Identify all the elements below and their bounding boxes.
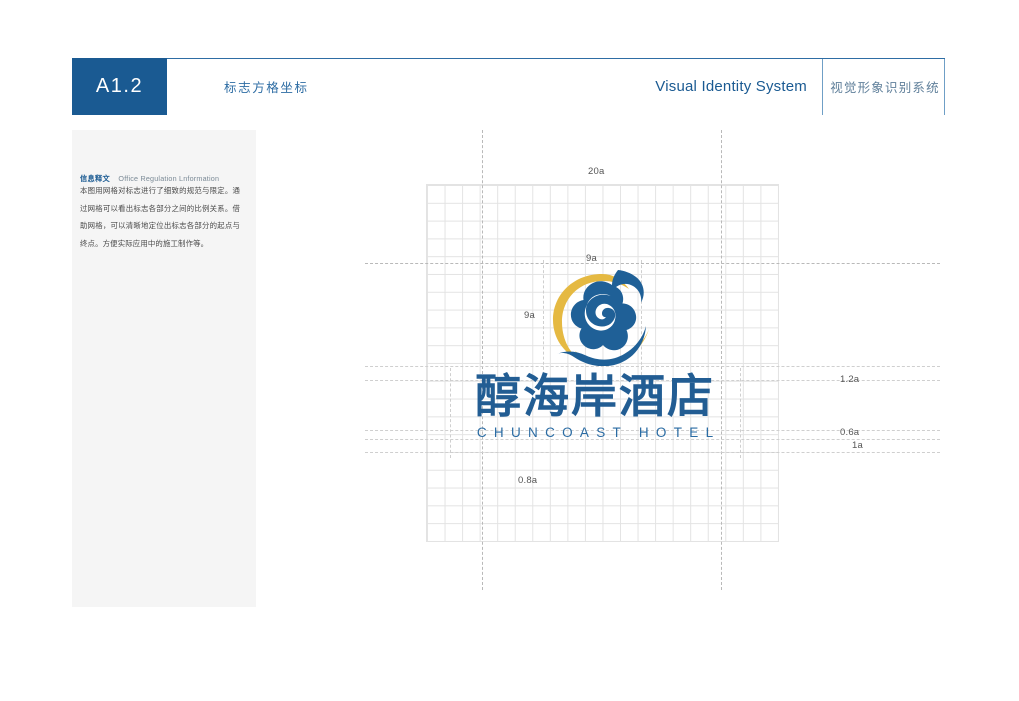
wordmark-cn-text: 醇海岸酒店 <box>475 372 715 420</box>
dim-label-en-wordmark-0-6a: 0.6a <box>840 427 860 438</box>
dim-label-cn-wordmark-1-2a: 1.2a <box>840 374 860 385</box>
wordmark-en: CHUNCOAST HOTEL <box>476 425 721 440</box>
section-title-cn: 标志方格坐标 <box>224 80 309 95</box>
info-panel: 信息释文 Office Regulation Lnformation 本图用网格… <box>72 130 256 607</box>
system-title-en: Visual Identity System <box>655 78 807 95</box>
wordmark-cn: 醇海岸酒店 <box>450 369 740 423</box>
system-title-cn: 视觉形象识别系统 <box>830 80 940 95</box>
logo-grid-diagram: 20a 9a 9a 0.8a 1.2a 0.6a 1a 醇海岸酒店 CHUNCO… <box>340 130 940 590</box>
dim-label-20a: 20a <box>588 166 605 177</box>
logo-lockup: 醇海岸酒店 CHUNCOAST HOTEL <box>450 263 740 453</box>
header-right-edge <box>944 59 945 115</box>
header-divider <box>822 59 823 115</box>
info-panel-body: 本图用网格对标志进行了细致的规范与限定。通过网格可以看出标志各部分之间的比例关系… <box>80 186 240 248</box>
header-top-rule <box>72 58 945 59</box>
section-code-label: A1.2 <box>95 75 144 97</box>
dim-label-gap-0-8a: 0.8a <box>518 475 538 486</box>
page-header: A1.2 标志方格坐标 Visual Identity System 视觉形象识… <box>72 58 945 116</box>
dim-label-baseline-1a: 1a <box>852 440 863 451</box>
section-code-badge: A1.2 <box>72 58 167 115</box>
chinese-cloud-crescent-mark-icon <box>543 263 653 367</box>
guide-line-wordmark-right <box>740 368 741 458</box>
